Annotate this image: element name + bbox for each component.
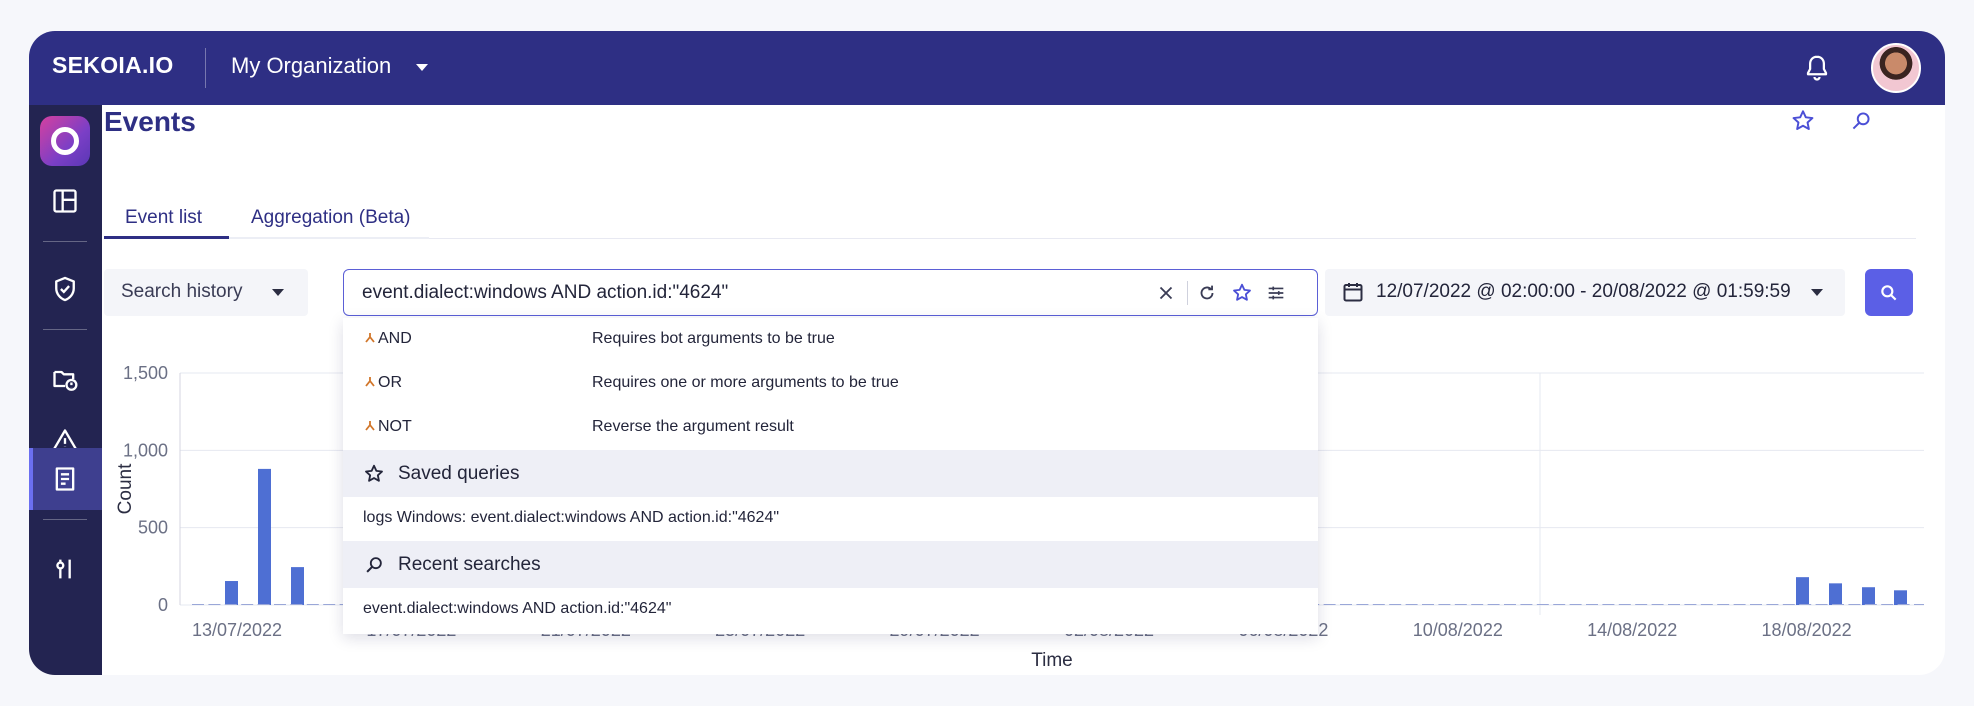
brand-logo[interactable]: SEKOIA.IO (52, 52, 174, 79)
sidebar-divider (43, 519, 87, 520)
search-query-text: event.dialect:windows AND action.id:"462… (362, 282, 729, 303)
input-divider (1187, 281, 1188, 305)
saved-query-item[interactable]: logs Windows: event.dialect:windows AND … (343, 497, 1318, 541)
histogram-bar (225, 581, 238, 605)
clear-icon[interactable] (1155, 282, 1177, 304)
operator-description: Reverse the argument result (592, 418, 794, 435)
header-divider (205, 48, 206, 88)
caret-down-icon (272, 289, 284, 296)
active-tab-indicator (104, 236, 229, 239)
date-range-text: 12/07/2022 @ 02:00:00 - 20/08/2022 @ 01:… (1376, 281, 1791, 302)
integrations-icon[interactable] (51, 555, 79, 583)
suggestion-operator-and[interactable]: AND Requires bot arguments to be true (343, 318, 1318, 362)
suggestion-operator-not[interactable]: NOT Reverse the argument result (343, 406, 1318, 450)
operator-name: OR (378, 374, 402, 391)
refresh-icon[interactable] (1196, 282, 1218, 304)
filter-settings-icon[interactable] (1265, 282, 1287, 304)
operator-icon (365, 333, 375, 343)
histogram-bar (1829, 583, 1842, 605)
recent-search-text: event.dialect:windows AND action.id:"462… (363, 600, 672, 617)
x-axis-label: Time (1031, 650, 1073, 671)
search-suggestions-dropdown: AND Requires bot arguments to be true OR… (343, 318, 1318, 634)
histogram-bar (291, 567, 304, 605)
shield-check-icon[interactable] (51, 275, 79, 303)
y-tick-label: 0 (158, 595, 168, 615)
tab-underline (229, 237, 429, 239)
operator-icon (365, 421, 375, 431)
y-tick-label: 1,500 (123, 363, 168, 383)
x-tick-label: 13/07/2022 (192, 620, 282, 640)
tab-bar: Event list Aggregation (Beta) (104, 195, 1916, 239)
saved-queries-header: Saved queries (343, 450, 1318, 497)
sidebar (29, 105, 102, 675)
x-tick-label: 18/08/2022 (1762, 620, 1852, 640)
y-tick-label: 500 (138, 518, 168, 538)
search-query-input[interactable]: event.dialect:windows AND action.id:"462… (343, 269, 1318, 316)
tab-aggregation[interactable]: Aggregation (Beta) (251, 207, 411, 229)
saved-search-icon[interactable] (1848, 108, 1874, 134)
histogram-bar (1862, 587, 1875, 605)
recent-search-icon (366, 557, 382, 573)
app-frame: SEKOIA.IO My Organization Events Event l… (29, 31, 1945, 675)
histogram-bar (1796, 577, 1809, 605)
caret-down-icon (1811, 289, 1823, 296)
caret-down-icon[interactable] (416, 64, 428, 71)
recent-searches-title: Recent searches (398, 554, 541, 575)
y-tick-label: 1,000 (123, 440, 168, 460)
bell-icon[interactable] (1802, 51, 1832, 85)
sidebar-divider (43, 329, 87, 330)
operator-description: Requires bot arguments to be true (592, 330, 835, 347)
operator-name: NOT (378, 418, 412, 435)
top-bar: SEKOIA.IO My Organization (29, 31, 1945, 105)
search-history-label: Search history (121, 281, 243, 302)
page-title: Events (104, 106, 196, 137)
star-icon (365, 464, 383, 482)
sidebar-divider (43, 241, 87, 242)
search-history-select[interactable]: Search history (104, 269, 308, 316)
y-axis-label: Count (115, 463, 136, 514)
recent-searches-header: Recent searches (343, 541, 1318, 588)
x-tick-label: 14/08/2022 (1587, 620, 1677, 640)
operator-icon (365, 377, 375, 387)
histogram-bar (1894, 590, 1907, 605)
calendar-icon (1343, 283, 1363, 302)
date-range-picker[interactable]: 12/07/2022 @ 02:00:00 - 20/08/2022 @ 01:… (1325, 269, 1845, 316)
saved-query-text: logs Windows: event.dialect:windows AND … (363, 509, 780, 526)
search-icon (1881, 284, 1897, 300)
organization-selector[interactable]: My Organization (231, 53, 391, 79)
app-logo-icon[interactable] (40, 116, 90, 166)
user-avatar[interactable] (1871, 43, 1921, 93)
events-list-icon[interactable] (51, 465, 79, 493)
saved-queries-title: Saved queries (398, 463, 520, 484)
folder-alert-icon[interactable] (51, 365, 79, 393)
dashboard-icon[interactable] (51, 187, 79, 215)
recent-search-item[interactable]: event.dialect:windows AND action.id:"462… (343, 588, 1318, 632)
operator-name: AND (378, 330, 412, 347)
histogram-bar (258, 468, 271, 605)
operator-description: Requires one or more arguments to be tru… (592, 374, 899, 391)
suggestion-operator-or[interactable]: OR Requires one or more arguments to be … (343, 362, 1318, 406)
tab-event-list[interactable]: Event list (125, 207, 202, 229)
favorite-star-icon[interactable] (1790, 108, 1816, 134)
x-tick-label: 10/08/2022 (1413, 620, 1503, 640)
search-button[interactable] (1865, 269, 1913, 316)
save-query-star-icon[interactable] (1231, 282, 1253, 304)
